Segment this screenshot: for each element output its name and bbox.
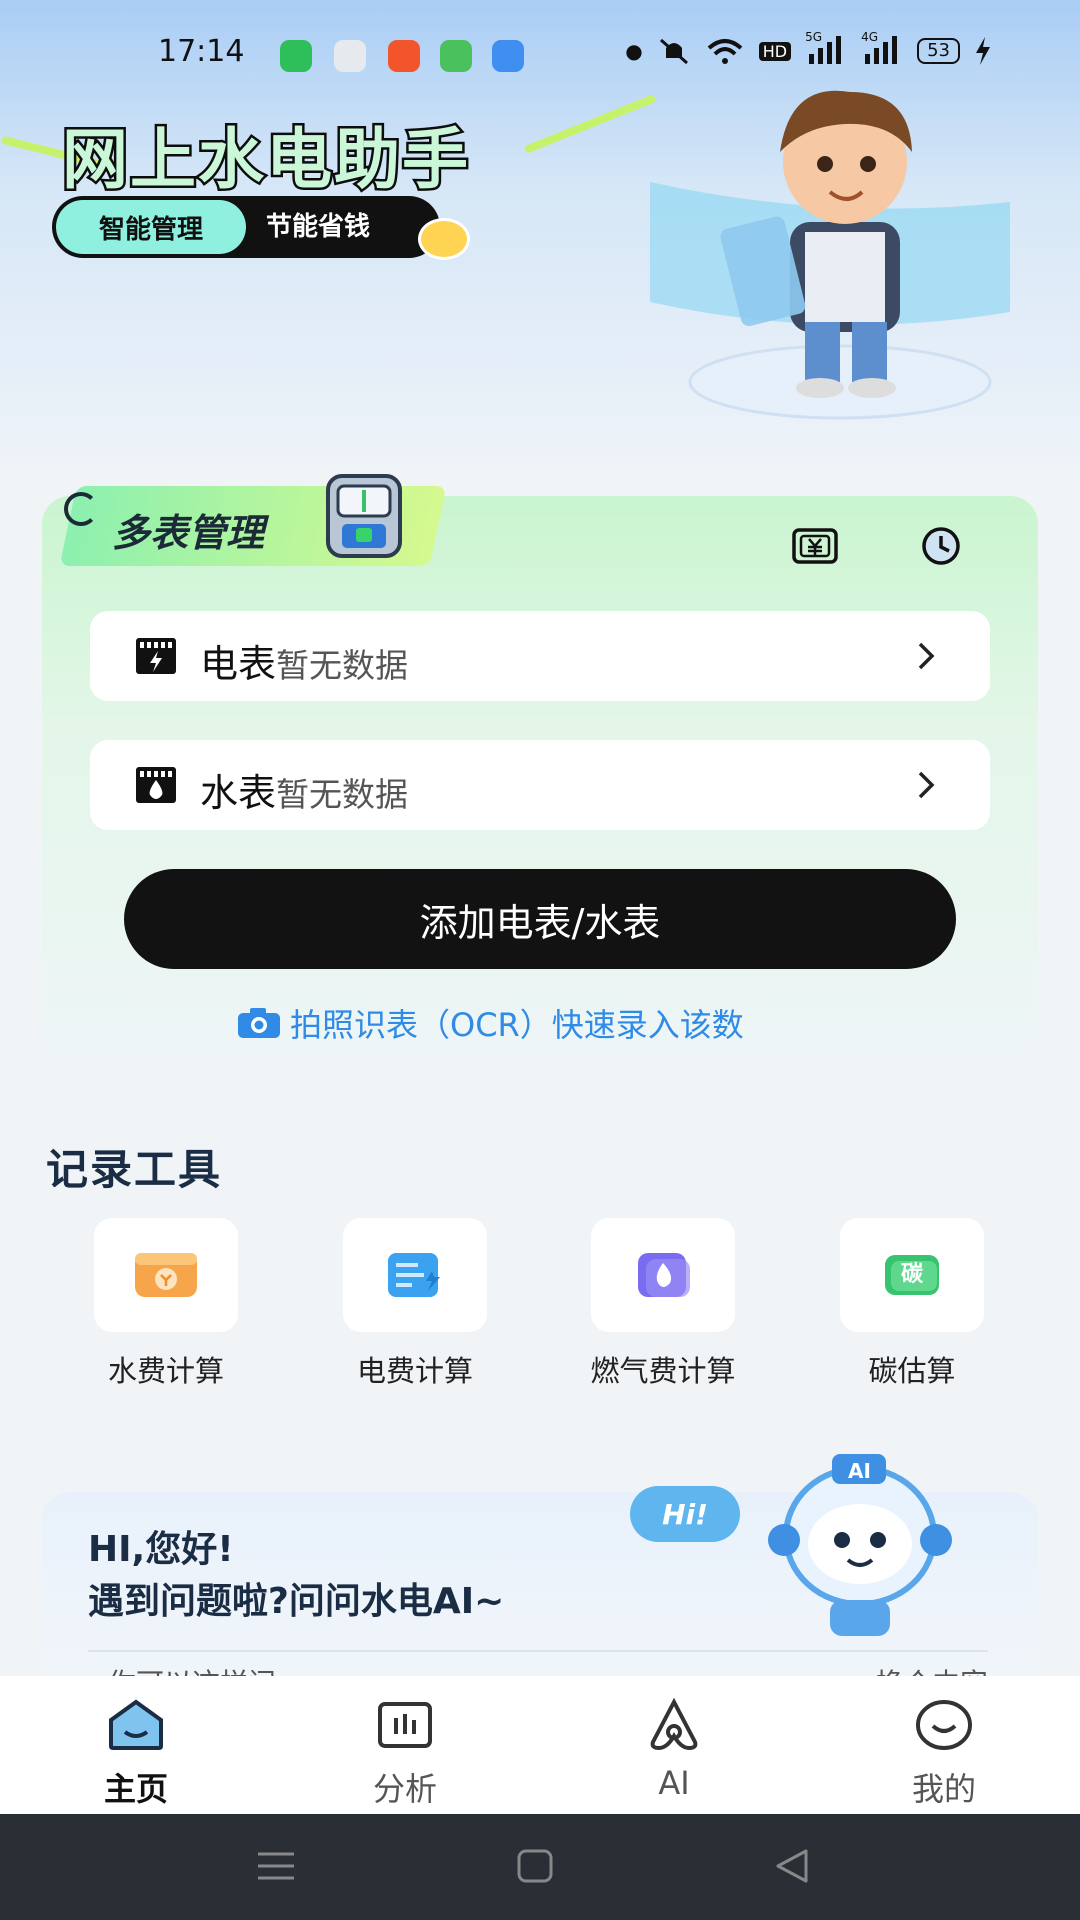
electric-meter-status: 暂无数据	[276, 646, 409, 685]
electric-meter-icon	[136, 638, 176, 674]
hook-decoration	[64, 492, 98, 526]
gas-fee-icon	[638, 1253, 690, 1297]
history-icon-button[interactable]	[916, 526, 966, 566]
system-navigation-bar	[0, 1814, 1080, 1920]
tools-section-title: 记录工具	[46, 1145, 223, 1194]
tab-analysis[interactable]: 分析	[335, 1698, 475, 1810]
home-icon	[109, 1699, 163, 1750]
notification-app-icon	[492, 40, 524, 72]
tool-label: 燃气费计算	[590, 1354, 736, 1388]
fee-icon-button[interactable]	[790, 526, 840, 566]
tool-label: 电费计算	[356, 1354, 473, 1388]
tool-label: 水费计算	[107, 1354, 224, 1388]
tag-save-energy: 节能省钱	[266, 212, 371, 242]
bottom-tab-bar: 主页 分析 AI 我的	[0, 1676, 1080, 1814]
water-meter-icon	[136, 767, 176, 803]
tool-water-fee[interactable]: 水费计算	[66, 1218, 266, 1390]
clock-icon	[922, 527, 960, 565]
meter-illustration	[326, 474, 402, 558]
tool-carbon-estimate[interactable]: 碳 碳估算	[812, 1218, 1012, 1390]
chevron-right-icon	[918, 771, 935, 799]
notification-app-icon	[388, 40, 420, 72]
tool-electric-fee[interactable]: 电费计算	[315, 1218, 515, 1390]
camera-icon	[238, 1008, 280, 1038]
home-square-icon[interactable]	[516, 1848, 554, 1884]
water-meter-status: 暂无数据	[276, 775, 409, 814]
ai-prompt-text: 遇到问题啦?问问水电AI~	[88, 1581, 505, 1622]
water-meter-label: 水表暂无数据	[200, 771, 409, 815]
notification-app-icon	[440, 40, 472, 72]
add-meter-button[interactable]: 添加电表/水表	[124, 869, 956, 969]
ai-icon	[650, 1697, 698, 1751]
tab-ai[interactable]: AI	[604, 1697, 744, 1802]
status-time: 17:14	[158, 34, 245, 69]
smiley-icon	[916, 1700, 972, 1750]
ocr-quick-entry-link[interactable]: 拍照识表（OCR）快速录入该数	[236, 1000, 744, 1046]
tool-icon-box	[343, 1218, 487, 1332]
notification-app-icon	[280, 40, 312, 72]
carbon-icon-text: 碳	[900, 1262, 923, 1287]
water-fee-icon	[135, 1253, 197, 1297]
notification-app-icon	[334, 40, 366, 72]
tag-smart-manage: 智能管理	[56, 200, 246, 254]
tab-label: AI	[658, 1764, 690, 1802]
tab-home[interactable]: 主页	[66, 1698, 206, 1810]
tab-label: 我的	[911, 1770, 976, 1808]
ai-greeting: HI,您好!	[88, 1529, 234, 1570]
menu-icon[interactable]	[256, 1848, 296, 1884]
boy-mascot-illustration	[650, 90, 1010, 420]
tool-gas-fee[interactable]: 燃气费计算	[563, 1218, 763, 1390]
tab-mine[interactable]: 我的	[874, 1698, 1014, 1810]
ai-divider	[88, 1650, 988, 1652]
tool-icon-box	[94, 1218, 238, 1332]
chart-icon	[378, 1702, 432, 1748]
meter-card-title: 多表管理	[112, 511, 265, 555]
app-title: 网上水电助手	[60, 119, 471, 201]
yuan-icon	[792, 528, 838, 564]
back-icon[interactable]	[772, 1848, 812, 1884]
water-meter-row[interactable]: 水表暂无数据	[90, 740, 990, 830]
robot-badge-text: AI	[848, 1459, 871, 1483]
hero-tags: 智能管理 节能省钱	[52, 196, 440, 258]
tool-icon-box	[591, 1218, 735, 1332]
chevron-right-icon	[918, 642, 935, 670]
tool-icon-box: 碳	[840, 1218, 984, 1332]
coin-icon	[418, 218, 470, 260]
tab-label: 主页	[103, 1770, 168, 1808]
electric-meter-label: 电表暂无数据	[200, 642, 409, 686]
electric-meter-row[interactable]: 电表暂无数据	[90, 611, 990, 701]
hi-speech-bubble: Hi!	[630, 1486, 740, 1542]
tab-label: 分析	[372, 1770, 437, 1808]
tool-label: 碳估算	[868, 1354, 956, 1388]
ocr-link-text: 拍照识表（OCR）快速录入该数	[290, 1006, 744, 1044]
electric-fee-icon	[388, 1253, 440, 1297]
